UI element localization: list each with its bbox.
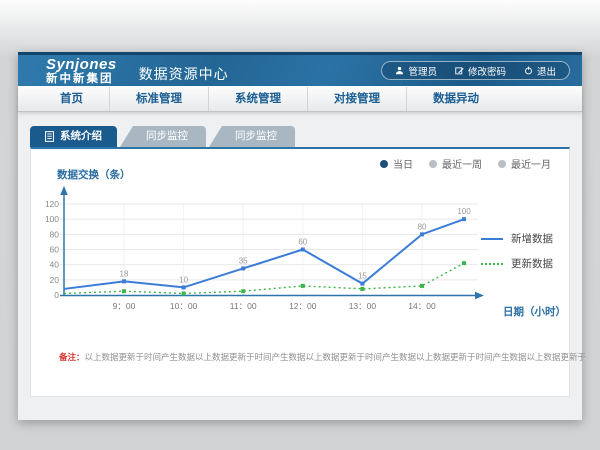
exchange-line-chart: 0 20 40 60 80 100 120 9：00 10：00 11：00 12：00 13：00 1… xyxy=(46,182,501,320)
chart-panel: 当日 最近一周 最近一月 数据交换（条） 0 20 40 60 80 100 120 9：00… xyxy=(30,147,570,397)
svg-text:60: 60 xyxy=(298,238,307,247)
svg-text:80: 80 xyxy=(418,222,427,231)
content-area: 系统介绍 同步监控 同步监控 当日 最近一周 xyxy=(18,112,582,397)
tab-label: 同步监控 xyxy=(146,130,188,142)
svg-text:0: 0 xyxy=(54,290,59,300)
svg-text:10：00: 10：00 xyxy=(170,301,198,311)
logout-label: 退出 xyxy=(537,64,556,78)
radio-today[interactable]: 当日 xyxy=(380,156,413,171)
svg-text:120: 120 xyxy=(46,199,59,209)
radio-dot xyxy=(429,160,437,168)
tab-label: 系统介绍 xyxy=(60,126,102,147)
note-text: 以上数据更新于时间产生数据以上数据更新于时间产生数据以上数据更新于时间产生数据以… xyxy=(85,352,587,362)
radio-label: 最近一周 xyxy=(442,156,482,171)
svg-text:100: 100 xyxy=(457,207,471,216)
change-password-label: 修改密码 xyxy=(468,64,506,78)
time-range-selector: 当日 最近一周 最近一月 xyxy=(380,156,551,171)
radio-last-week[interactable]: 最近一周 xyxy=(429,156,482,171)
y-axis-title: 数据交换（条） xyxy=(57,167,131,182)
legend-swatch-solid xyxy=(481,238,503,240)
user-toolbar: 管理员 修改密码 退出 xyxy=(381,61,570,80)
svg-text:14：00: 14：00 xyxy=(408,301,436,311)
footer-note: 备注：以上数据更新于时间产生数据以上数据更新于时间产生数据以上数据更新于时间产生… xyxy=(59,351,586,363)
svg-text:40: 40 xyxy=(50,260,60,270)
radio-label: 最近一月 xyxy=(511,156,551,171)
svg-text:13：00: 13：00 xyxy=(349,301,377,311)
svg-text:12：00: 12：00 xyxy=(289,301,317,311)
change-password-button[interactable]: 修改密码 xyxy=(446,64,515,78)
svg-text:10: 10 xyxy=(179,275,188,284)
current-user-button[interactable]: 管理员 xyxy=(386,64,446,78)
nav-item-interface-mgmt[interactable]: 对接管理 xyxy=(307,87,406,111)
power-icon xyxy=(524,66,533,75)
radio-dot xyxy=(498,160,506,168)
legend-swatch-dotted xyxy=(481,263,503,265)
user-icon xyxy=(395,66,404,75)
tab-sync-monitor-2[interactable]: 同步监控 xyxy=(209,126,295,147)
nav-item-home[interactable]: 首页 xyxy=(34,87,109,111)
page-title: 数据资源中心 xyxy=(139,64,229,84)
x-axis-title: 日期（小时） xyxy=(503,304,566,319)
legend-label: 新增数据 xyxy=(511,231,553,246)
tab-system-intro[interactable]: 系统介绍 xyxy=(30,126,117,147)
logout-button[interactable]: 退出 xyxy=(515,64,565,78)
svg-text:18: 18 xyxy=(120,269,129,278)
chart-legend: 新增数据 更新数据 xyxy=(481,231,553,281)
legend-item-updated-data: 更新数据 xyxy=(481,256,553,271)
radio-label: 当日 xyxy=(393,156,413,171)
radio-dot xyxy=(380,160,388,168)
document-icon xyxy=(45,131,54,142)
note-prefix: 备注： xyxy=(59,352,85,362)
tab-sync-monitor-1[interactable]: 同步监控 xyxy=(120,126,206,147)
svg-text:100: 100 xyxy=(46,214,59,224)
tab-bar: 系统介绍 同步监控 同步监控 xyxy=(30,126,570,147)
desktop-background: Synjones 新中新集团 数据资源中心 管理员 修改密码 退出 xyxy=(0,0,600,450)
current-user-label: 管理员 xyxy=(408,64,437,78)
svg-text:9：00: 9：00 xyxy=(113,301,136,311)
logo-text-cn: 新中新集团 xyxy=(46,74,117,86)
edit-icon xyxy=(455,66,464,75)
company-logo: Synjones 新中新集团 xyxy=(46,57,117,86)
nav-item-system-mgmt[interactable]: 系统管理 xyxy=(208,87,307,111)
legend-item-new-data: 新增数据 xyxy=(481,231,553,246)
radio-last-month[interactable]: 最近一月 xyxy=(498,156,551,171)
svg-text:80: 80 xyxy=(50,229,60,239)
svg-text:60: 60 xyxy=(50,245,60,255)
logo-text-en: Synjones xyxy=(46,57,117,72)
main-nav: 首页 标准管理 系统管理 对接管理 数据异动 xyxy=(18,86,582,112)
app-header: Synjones 新中新集团 数据资源中心 管理员 修改密码 退出 xyxy=(18,52,582,86)
tab-label: 同步监控 xyxy=(235,130,277,142)
nav-item-standard-mgmt[interactable]: 标准管理 xyxy=(109,87,208,111)
svg-text:35: 35 xyxy=(239,256,248,265)
nav-item-data-change[interactable]: 数据异动 xyxy=(406,87,505,111)
app-window: Synjones 新中新集团 数据资源中心 管理员 修改密码 退出 xyxy=(18,52,582,420)
svg-text:20: 20 xyxy=(50,275,60,285)
svg-text:11：00: 11：00 xyxy=(230,301,257,311)
svg-text:15: 15 xyxy=(358,272,367,281)
legend-label: 更新数据 xyxy=(511,256,553,271)
